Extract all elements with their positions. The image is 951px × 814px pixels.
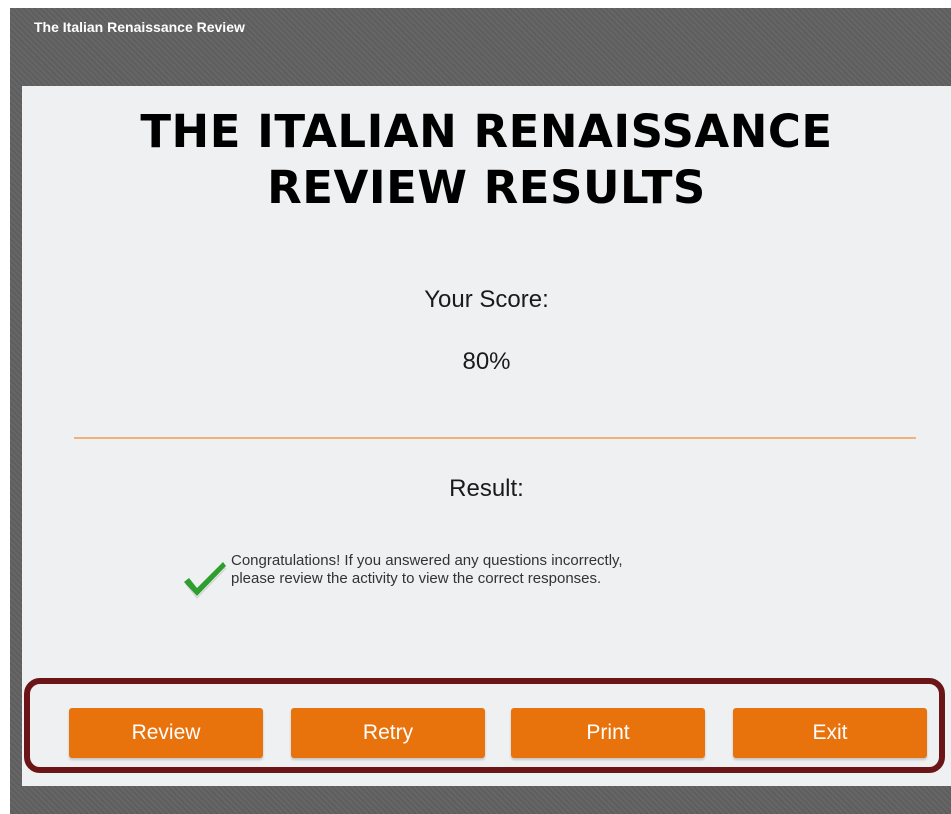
heading-line-2: REVIEW RESULTS [267,161,706,214]
retry-button[interactable]: Retry [291,708,485,758]
exit-button[interactable]: Exit [733,708,927,758]
print-button[interactable]: Print [511,708,705,758]
title-bar: The Italian Renaissance Review [10,8,951,86]
score-value: 80% [462,348,511,375]
result-message: Congratulations! If you answered any que… [231,552,791,588]
result-message-line-2: please review the activity to view the c… [231,570,602,587]
divider [74,437,916,439]
review-button[interactable]: Review [69,708,263,758]
results-heading: THE ITALIAN RENAISSANCE REVIEW RESULTS [22,104,951,216]
result-label: Result: [449,475,524,502]
heading-line-1: THE ITALIAN RENAISSANCE [140,105,833,158]
window-title: The Italian Renaissance Review [34,19,245,35]
result-message-line-1: Congratulations! If you answered any que… [231,552,623,569]
checkmark-icon [184,562,227,599]
score-label: Your Score: [424,286,549,313]
